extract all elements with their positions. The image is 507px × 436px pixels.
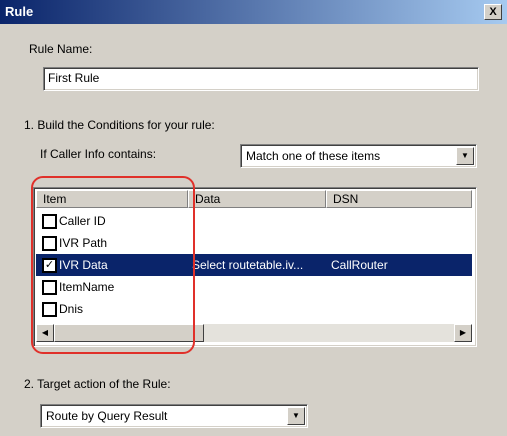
arrow-right-icon[interactable]: ▶	[454, 324, 472, 342]
scrollbar-thumb[interactable]	[54, 324, 204, 342]
column-header-item[interactable]: Item	[36, 190, 188, 208]
condition-row[interactable]: ✓ IVR Data Select routetable.iv... CallRout…	[36, 254, 472, 276]
checkbox[interactable]	[42, 214, 57, 229]
checkbox[interactable]	[42, 280, 57, 295]
condition-row[interactable]: IVR Path	[36, 232, 472, 254]
chevron-down-icon[interactable]: ▼	[287, 407, 305, 425]
checkbox[interactable]	[42, 302, 57, 317]
checkbox[interactable]: ✓	[42, 258, 57, 273]
conditions-heading: 1. Build the Conditions for your rule:	[24, 118, 215, 132]
target-action-value: Route by Query Result	[46, 409, 168, 423]
row-item: IVR Data	[59, 258, 108, 272]
caller-info-label: If Caller Info contains:	[40, 147, 157, 161]
rule-name-input[interactable]	[48, 71, 468, 85]
rule-name-label: Rule Name:	[29, 42, 93, 56]
target-action-select[interactable]: Route by Query Result ▼	[40, 404, 308, 428]
row-data: Select routetable.iv...	[192, 258, 304, 272]
checkbox[interactable]	[42, 236, 57, 251]
match-select[interactable]: Match one of these items ▼	[240, 144, 477, 168]
column-header-dsn[interactable]: DSN	[326, 190, 472, 208]
match-select-value: Match one of these items	[246, 149, 381, 163]
arrow-left-icon[interactable]: ◀	[36, 324, 54, 342]
row-item: IVR Path	[59, 236, 108, 250]
close-button[interactable]: X	[484, 4, 502, 20]
conditions-list: Item Data DSN Caller ID IVR Path ✓ IVR Data…	[33, 187, 477, 347]
row-item: Dnis	[59, 302, 84, 316]
row-item: ItemName	[59, 280, 115, 294]
row-item: Caller ID	[59, 214, 106, 228]
condition-row[interactable]: Dnis	[36, 298, 472, 320]
close-icon: X	[489, 6, 497, 18]
column-header-data[interactable]: Data	[188, 190, 326, 208]
window-title: Rule	[5, 4, 34, 19]
rule-name-field[interactable]	[43, 67, 479, 91]
condition-row[interactable]: ItemName	[36, 276, 472, 298]
horizontal-scrollbar[interactable]: ◀ ▶	[36, 324, 472, 342]
chevron-down-icon[interactable]: ▼	[456, 147, 474, 165]
target-heading: 2. Target action of the Rule:	[24, 377, 171, 391]
condition-row[interactable]: Caller ID	[36, 210, 472, 232]
title-bar: Rule X	[0, 0, 507, 24]
check-icon: ✓	[44, 259, 55, 271]
row-dsn: CallRouter	[331, 258, 388, 272]
